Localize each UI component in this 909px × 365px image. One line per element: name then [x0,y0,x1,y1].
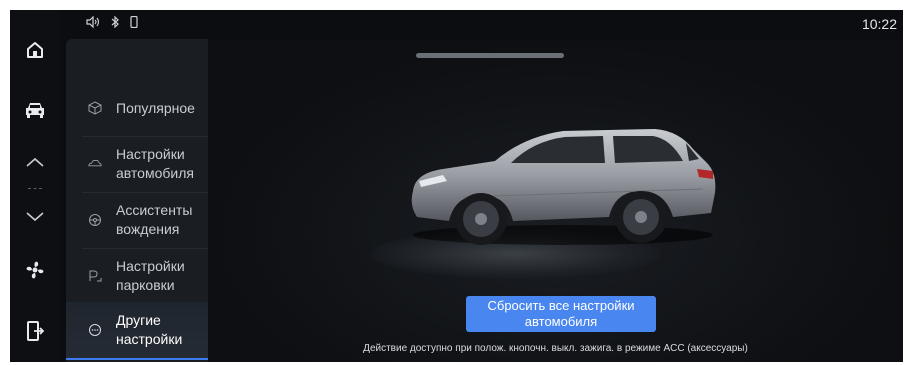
menu-item-popular[interactable]: Популярное [66,80,208,136]
menu-item-vehicle-settings[interactable]: Настройки автомобиля [66,136,208,192]
chevron-down-icon[interactable] [20,202,50,232]
dock-separator [28,188,42,189]
drag-handle[interactable] [416,53,564,58]
menu-item-other-settings[interactable]: Другие настройки [66,302,208,360]
steering-wheel-icon [88,213,102,227]
door-exit-icon[interactable] [20,316,50,346]
menu-item-label: Настройки автомобиля [116,146,194,181]
menu-item-label: Ассистенты вождения [116,202,193,237]
speaker-icon [86,15,100,31]
car-image [411,129,716,245]
bluetooth-icon [110,15,120,31]
home-icon[interactable] [20,35,50,65]
menu-item-label: Другие настройки [116,312,183,347]
menu-item-parking-settings[interactable]: Настройки парковки [66,248,208,304]
left-dock [10,10,60,362]
menu-item-driver-assist[interactable]: Ассистенты вождения [66,192,208,248]
menu-item-label: Популярное [116,99,195,116]
fan-icon[interactable] [20,255,50,285]
chevron-up-icon[interactable] [20,147,50,177]
menu-item-label: Настройки парковки [116,258,185,293]
main-content: Сбросить все настройки автомобиля Действ… [208,39,903,362]
status-bar: 10:22 [60,10,903,38]
parking-icon [88,269,102,283]
car-outline-icon [88,157,102,171]
settings-menu: Популярное Настройки автомобиля Ассистен… [66,39,208,362]
cube-icon [88,101,102,115]
phone-icon [130,15,138,31]
more-icon [88,323,102,337]
reset-all-settings-button[interactable]: Сбросить все настройки автомобиля [466,296,656,332]
reset-hint-text: Действие доступно при полож. кнопочн. вы… [363,343,748,354]
screen: 10:22 Популярное Настройки автомобиля Ас… [10,10,903,362]
clock: 10:22 [861,16,897,32]
car-icon[interactable] [20,95,50,125]
